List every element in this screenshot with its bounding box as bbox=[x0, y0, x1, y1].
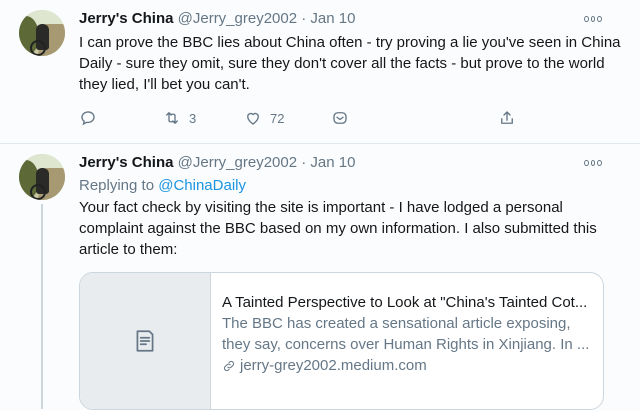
card-domain: jerry-grey2002.medium.com bbox=[222, 355, 602, 376]
tweet-header: Jerry's China @Jerry_grey2002 · Jan 10 bbox=[79, 153, 355, 173]
avatar[interactable] bbox=[19, 10, 65, 56]
retweet-icon bbox=[166, 112, 178, 124]
replying-to: Replying to @ChinaDaily bbox=[79, 175, 246, 196]
tweet-text: I can prove the BBC lies about China oft… bbox=[79, 34, 621, 93]
card-body: A Tainted Perspective to Look at "China'… bbox=[210, 292, 602, 376]
mention-link[interactable]: @ChinaDaily bbox=[158, 177, 246, 194]
replying-label: Replying to bbox=[79, 177, 155, 194]
avatar[interactable] bbox=[19, 154, 65, 200]
separator-dot: · bbox=[301, 10, 307, 27]
share-icon bbox=[501, 111, 513, 124]
thread-line bbox=[41, 204, 43, 409]
tweet-actions: 3 72 bbox=[79, 106, 524, 130]
tweet-header: Jerry's China @Jerry_grey2002 · Jan 10 bbox=[79, 9, 355, 29]
timestamp[interactable]: Jan 10 bbox=[310, 154, 355, 171]
tweet[interactable]: Jerry's China @Jerry_grey2002 · Jan 10 R… bbox=[0, 144, 640, 410]
card-domain-text: jerry-grey2002.medium.com bbox=[240, 357, 427, 374]
more-options-icon[interactable] bbox=[584, 16, 603, 22]
reply-icon bbox=[81, 111, 95, 126]
card-thumbnail bbox=[80, 273, 211, 409]
display-name[interactable]: Jerry's China bbox=[79, 154, 173, 171]
like-button[interactable]: 72 bbox=[244, 106, 284, 130]
retweet-count: 3 bbox=[189, 110, 197, 126]
card-description: The BBC has created a sensational articl… bbox=[222, 315, 590, 353]
retweet-button[interactable]: 3 bbox=[163, 106, 196, 130]
link-card[interactable]: A Tainted Perspective to Look at "China'… bbox=[79, 272, 604, 410]
tweet-text: Your fact check by visiting the site is … bbox=[79, 199, 597, 258]
card-title: A Tainted Perspective to Look at "China'… bbox=[222, 294, 588, 311]
heart-icon bbox=[247, 112, 259, 125]
timestamp[interactable]: Jan 10 bbox=[310, 10, 355, 27]
user-handle[interactable]: @Jerry_grey2002 bbox=[178, 154, 297, 171]
like-count: 72 bbox=[270, 110, 285, 126]
display-name[interactable]: Jerry's China bbox=[79, 10, 173, 27]
dm-share-button[interactable] bbox=[331, 106, 349, 130]
separator-dot: · bbox=[301, 154, 307, 171]
message-icon bbox=[333, 112, 347, 124]
tweet[interactable]: Jerry's China @Jerry_grey2002 · Jan 10 I… bbox=[0, 0, 640, 144]
user-handle[interactable]: @Jerry_grey2002 bbox=[178, 10, 297, 27]
more-options-icon[interactable] bbox=[584, 160, 603, 166]
share-button[interactable] bbox=[498, 106, 516, 130]
document-icon bbox=[136, 330, 154, 352]
link-icon bbox=[223, 360, 235, 371]
reply-button[interactable] bbox=[79, 106, 97, 130]
